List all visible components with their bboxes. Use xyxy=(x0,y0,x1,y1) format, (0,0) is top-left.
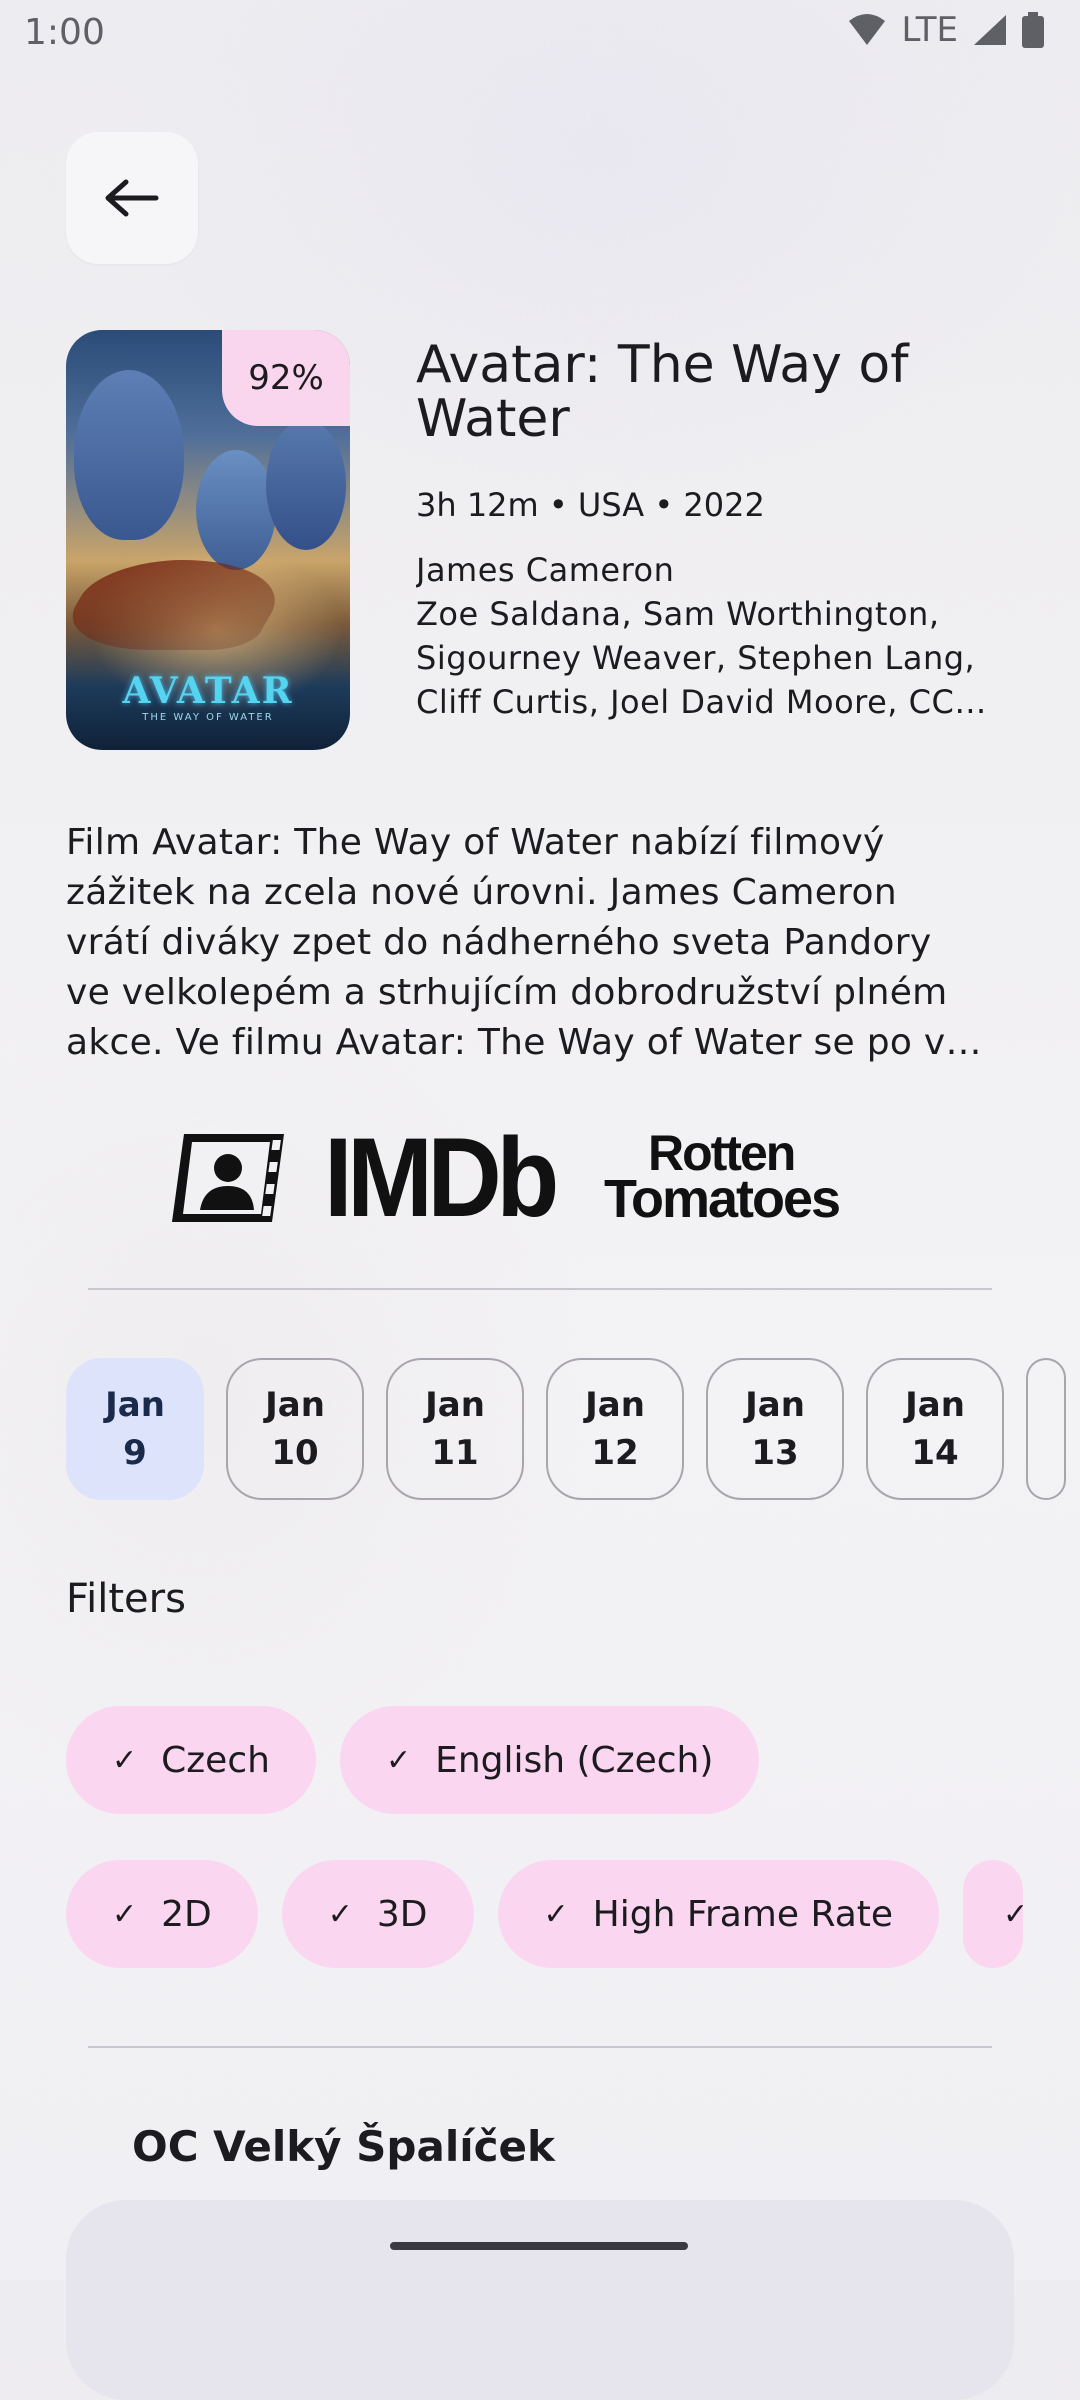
date-day: 14 xyxy=(911,1433,959,1473)
divider xyxy=(88,1288,992,1290)
back-button[interactable] xyxy=(66,132,198,264)
cast-line: Cliff Curtis, Joel David Moore, CC… xyxy=(416,683,987,721)
filters-title: Filters xyxy=(66,1576,186,1622)
date-month: Jan xyxy=(905,1385,965,1425)
showtimes-card[interactable] xyxy=(66,2200,1014,2400)
home-indicator[interactable] xyxy=(390,2242,688,2250)
arrow-back-icon xyxy=(105,179,159,217)
filter-chip-3d[interactable]: ✓ 3D xyxy=(281,1860,474,1968)
date-chip[interactable]: Jan 10 xyxy=(226,1358,364,1500)
filter-chip-label: 3D xyxy=(376,1893,428,1935)
check-icon: ✓ xyxy=(112,1896,138,1932)
date-day: 13 xyxy=(751,1433,799,1473)
check-icon: ✓ xyxy=(112,1742,138,1778)
date-chip[interactable]: Jan 11 xyxy=(386,1358,524,1500)
date-chip[interactable]: Jan 13 xyxy=(706,1358,844,1500)
date-picker: Jan 9 Jan 10 Jan 11 Jan 12 Jan 13 Jan 14 xyxy=(66,1358,1066,1500)
status-time: 1:00 xyxy=(24,12,105,53)
format-filter-row: ✓ 2D ✓ 3D ✓ High Frame Rate ✓ xyxy=(66,1860,1028,1968)
date-chip[interactable]: Jan 14 xyxy=(866,1358,1004,1500)
cast-line: Zoe Saldana, Sam Worthington, xyxy=(416,595,940,633)
date-month: Jan xyxy=(425,1385,485,1425)
poster-subtitle-art: THE WAY OF WATER xyxy=(142,712,274,723)
score-badge: 92% xyxy=(222,330,350,426)
battery-icon xyxy=(1022,12,1044,48)
signal-icon xyxy=(974,15,1006,45)
imdb-logo[interactable]: IMDb xyxy=(324,1118,559,1238)
date-month: Jan xyxy=(105,1385,165,1425)
date-month: Jan xyxy=(265,1385,325,1425)
csfd-logo-icon[interactable] xyxy=(170,1132,286,1224)
movie-description[interactable]: Film Avatar: The Way of Water nabízí fil… xyxy=(66,818,1016,1068)
date-chip[interactable]: Jan 12 xyxy=(546,1358,684,1500)
check-icon: ✓ xyxy=(543,1896,569,1932)
movie-poster: AVATAR THE WAY OF WATER 92% xyxy=(66,330,350,750)
filter-chip-high-frame-rate[interactable]: ✓ High Frame Rate xyxy=(497,1860,940,1968)
filter-chip-label: High Frame Rate xyxy=(592,1893,894,1935)
filter-chip-czech[interactable]: ✓ Czech xyxy=(66,1706,316,1814)
cinema-title: OC Velký Špalíček xyxy=(132,2122,555,2171)
date-day: 10 xyxy=(271,1433,319,1473)
poster-title-art: AVATAR xyxy=(122,670,294,712)
wifi-icon xyxy=(849,14,886,45)
description-line: Film Avatar: The Way of Water nabízí fil… xyxy=(66,822,885,863)
cast-line: Sigourney Weaver, Stephen Lang, xyxy=(416,639,976,677)
language-filter-row: ✓ Czech ✓ English (Czech) xyxy=(66,1706,760,1814)
date-month: Jan xyxy=(585,1385,645,1425)
director: James Cameron xyxy=(416,551,675,589)
date-day: 11 xyxy=(431,1433,479,1473)
movie-title: Avatar: The Way of Water xyxy=(416,335,909,449)
rotten-tomatoes-logo[interactable]: Rotten Tomatoes xyxy=(604,1128,841,1229)
filter-chip-english-czech[interactable]: ✓ English (Czech) xyxy=(339,1706,760,1814)
filter-chip-2d[interactable]: ✓ 2D xyxy=(66,1860,258,1968)
date-chip-partial[interactable] xyxy=(1026,1358,1066,1500)
check-icon: ✓ xyxy=(327,1896,353,1932)
status-icons: LTE xyxy=(847,10,1044,50)
date-chip[interactable]: Jan 9 xyxy=(66,1358,204,1500)
description-line: zážitek na zcela nové úrovni. James Came… xyxy=(66,872,897,913)
network-label: LTE xyxy=(901,10,958,50)
description-line: ve velkolepém a strhujícím dobrodružství… xyxy=(66,972,948,1013)
description-line: akce. Ve filmu Avatar: The Way of Water … xyxy=(66,1022,982,1063)
date-day: 12 xyxy=(591,1433,639,1473)
description-line: vrátí diváky zpet do nádherného sveta Pa… xyxy=(66,922,932,963)
filter-chip-partial[interactable]: ✓ xyxy=(963,1860,1028,1968)
rt-line-2: Tomatoes xyxy=(604,1169,841,1229)
date-month: Jan xyxy=(745,1385,805,1425)
divider xyxy=(88,2046,992,2048)
date-day: 9 xyxy=(123,1433,147,1473)
filter-chip-label: 2D xyxy=(161,1893,212,1935)
check-icon: ✓ xyxy=(385,1742,412,1778)
filter-chip-label: Czech xyxy=(161,1739,270,1781)
check-icon: ✓ xyxy=(1003,1896,1029,1932)
filter-chip-label: English (Czech) xyxy=(435,1739,714,1781)
movie-meta: 3h 12m • USA • 2022 xyxy=(416,486,765,524)
movie-crew: James Cameron Zoe Saldana, Sam Worthingt… xyxy=(416,548,1016,724)
